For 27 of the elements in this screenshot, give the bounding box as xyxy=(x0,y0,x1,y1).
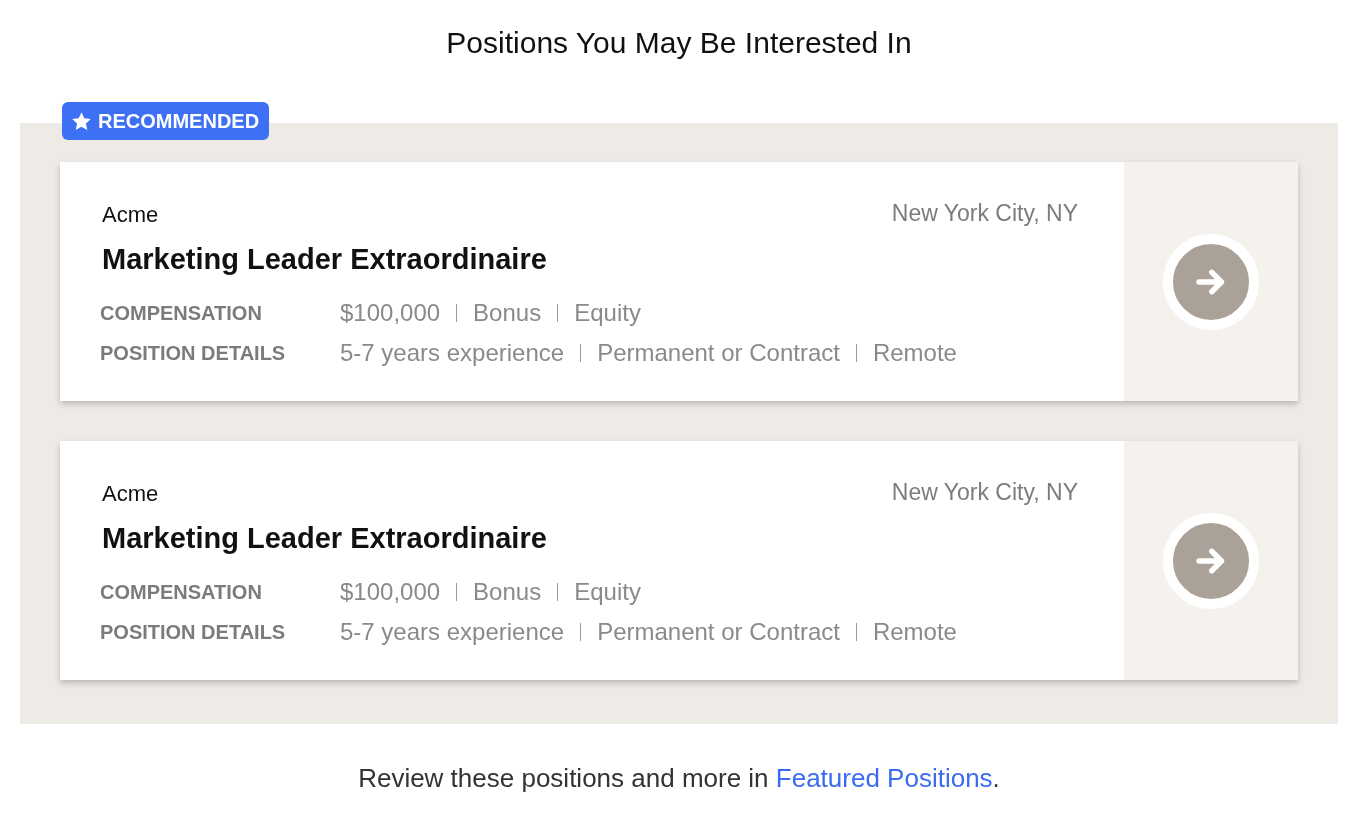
detail-label: POSITION DETAILS xyxy=(100,620,287,645)
job-location: New York City, NY xyxy=(891,481,1078,503)
detail-value: $100,000 xyxy=(340,577,441,607)
detail-label: COMPENSATION xyxy=(100,301,263,326)
star-icon xyxy=(71,110,92,132)
company-name: Acme xyxy=(102,202,159,228)
detail-value: 5-7 years experience xyxy=(340,617,565,647)
job-location: New York City, NY xyxy=(891,202,1078,224)
detail-value: $100,000 xyxy=(340,298,441,328)
job-title: Marketing Leader Extraordinaire xyxy=(102,521,548,555)
featured-positions-link[interactable]: Featured Positions xyxy=(775,763,993,793)
footer-text: Review these positions and more in Featured Positions. xyxy=(357,762,1001,794)
detail-value: Bonus xyxy=(473,298,542,328)
recommended-label: RECOMMENDED xyxy=(98,109,260,133)
company-name: Acme xyxy=(102,481,159,507)
detail-value: Equity xyxy=(574,298,641,328)
detail-value: Permanent or Contract xyxy=(597,338,840,368)
page-heading: Positions You May Be Interested In xyxy=(445,25,913,61)
detail-value: Remote xyxy=(872,617,957,647)
job-title: Marketing Leader Extraordinaire xyxy=(102,242,548,276)
detail-value: 5-7 years experience xyxy=(340,338,565,368)
detail-label: COMPENSATION xyxy=(100,580,263,605)
detail-label: POSITION DETAILS xyxy=(100,341,287,366)
detail-value: Permanent or Contract xyxy=(597,617,840,647)
detail-value: Remote xyxy=(872,338,957,368)
detail-value: Equity xyxy=(574,577,641,607)
detail-value: Bonus xyxy=(473,577,542,607)
